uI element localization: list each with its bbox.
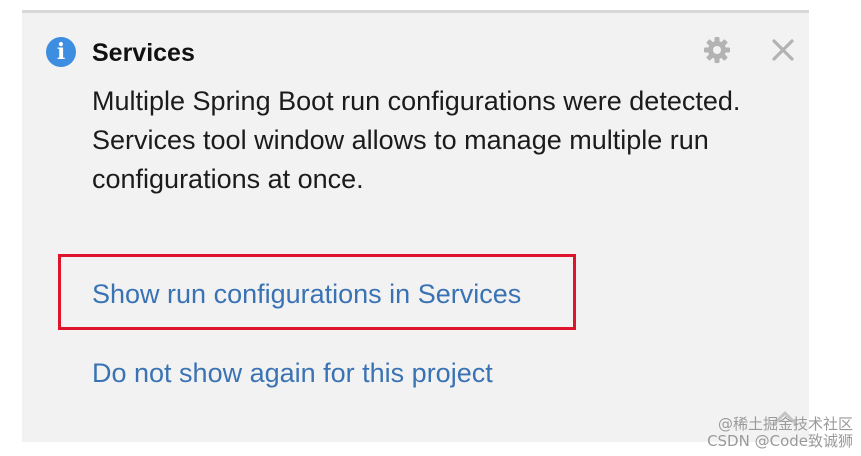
message-line: Services tool window allows to manage mu… — [92, 125, 709, 194]
close-button[interactable] — [764, 31, 802, 69]
settings-button[interactable] — [698, 31, 736, 69]
show-in-services-link[interactable]: Show run configurations in Services — [92, 276, 521, 312]
services-notification: i Services Multiple Spring Boot run conf… — [22, 10, 809, 442]
screenshot-page: i Services Multiple Spring Boot run conf… — [0, 0, 861, 456]
watermark-line: @稀土掘金技术社区 — [717, 415, 853, 433]
gear-icon — [704, 37, 730, 63]
info-icon: i — [46, 37, 76, 67]
notification-title: Services — [92, 39, 195, 67]
watermark-line: CSDN @Code致诚狮 — [707, 432, 853, 450]
message-line: Multiple Spring Boot run configurations … — [92, 86, 741, 116]
notification-message: Multiple Spring Boot run configurations … — [92, 82, 752, 199]
watermark: @稀土掘金技术社区 CSDN @Code致诚狮 — [707, 416, 853, 450]
close-icon — [772, 39, 794, 61]
do-not-show-again-link[interactable]: Do not show again for this project — [92, 355, 493, 391]
